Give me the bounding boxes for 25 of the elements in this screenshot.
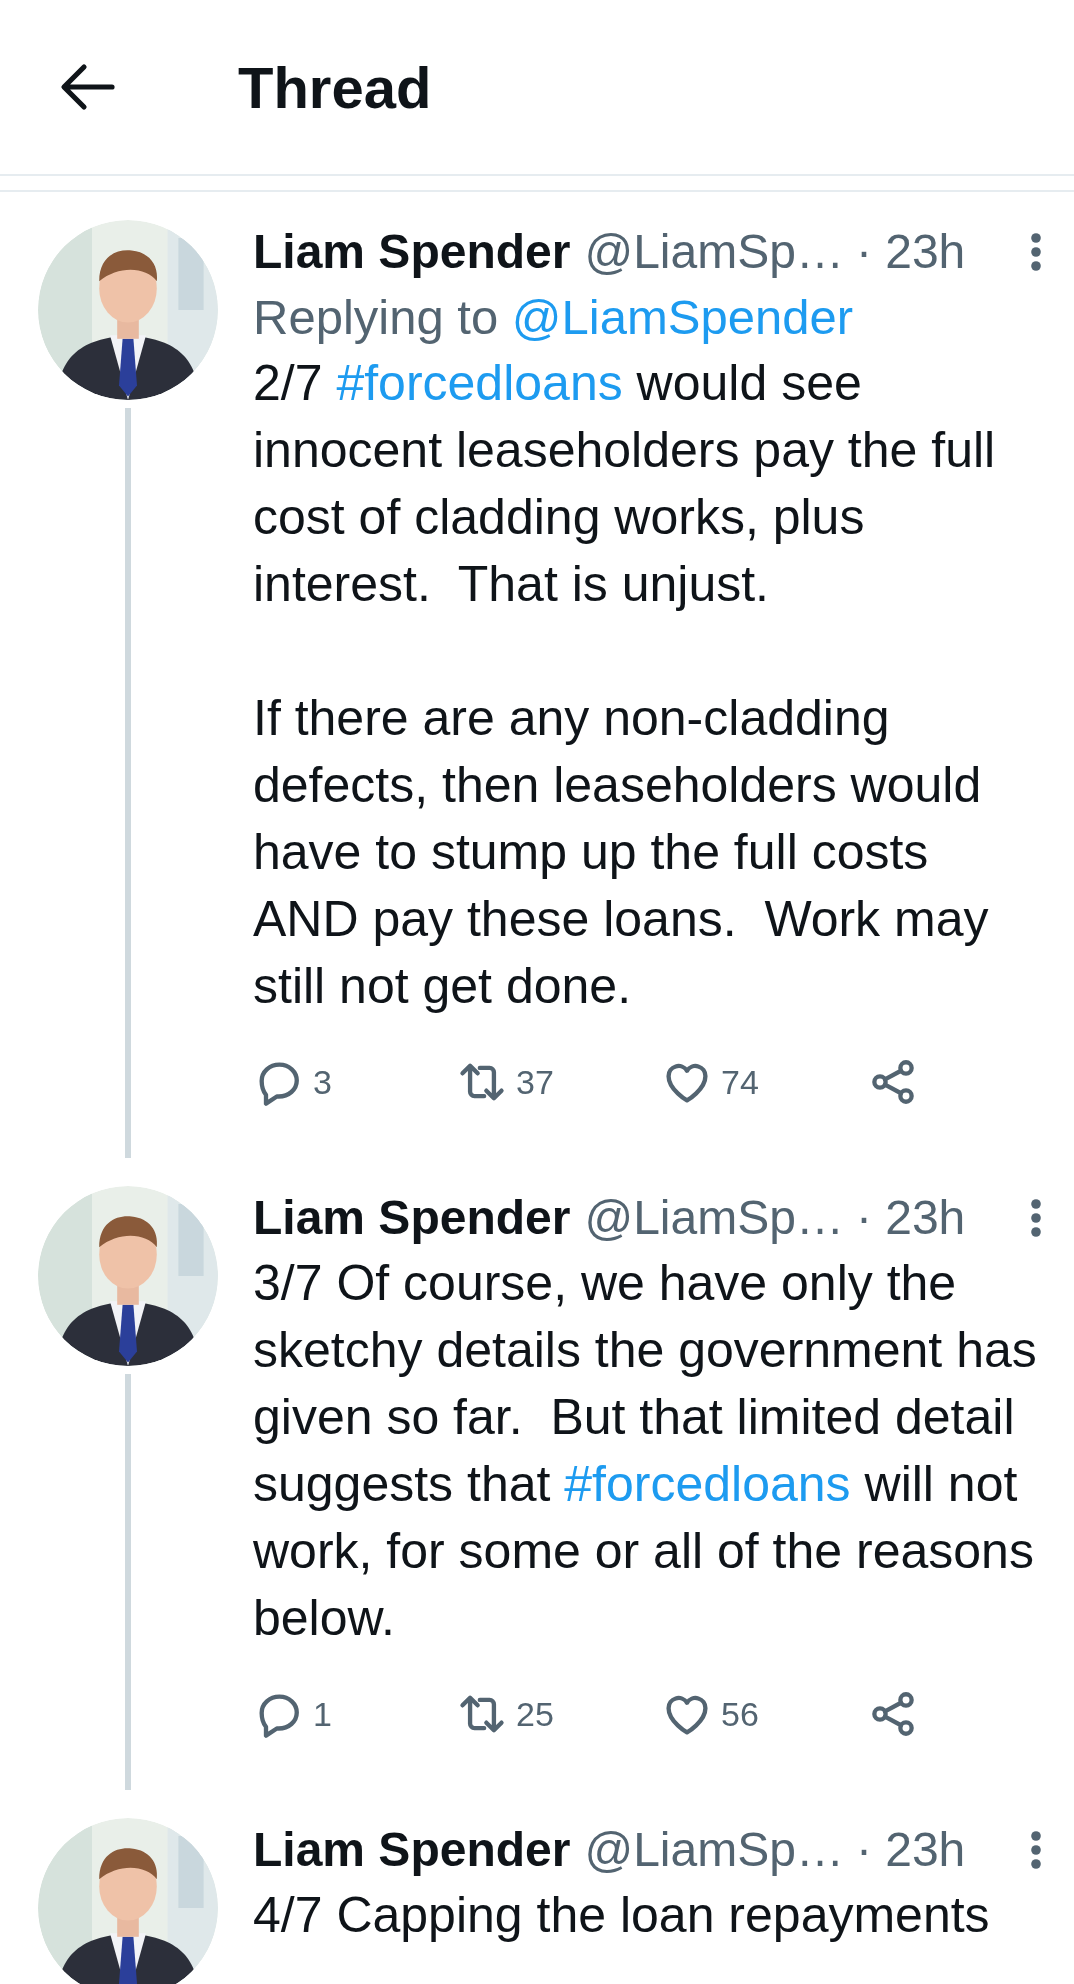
- reply-context: Replying to @LiamSpender: [253, 289, 854, 346]
- more-icon[interactable]: [1028, 1828, 1044, 1872]
- tweet-text: 2/7 #forcedloans would see innocent leaseholders pay the full cost of cladding works, plus interest. That is unjust.: [253, 354, 997, 614]
- author-name: Liam Spender: [253, 1190, 571, 1246]
- more-icon[interactable]: [1028, 230, 1044, 274]
- author-handle: @LiamSp…: [584, 224, 844, 280]
- timestamp: · 23h: [855, 1822, 966, 1878]
- more-icon[interactable]: [1028, 1196, 1044, 1240]
- heart-button[interactable]: 56: [661, 1688, 759, 1740]
- timestamp: · 23h: [855, 224, 966, 280]
- retweet-button[interactable]: 37: [456, 1056, 554, 1108]
- heart-button[interactable]: 74: [661, 1056, 759, 1108]
- reply-button[interactable]: 3: [253, 1056, 332, 1108]
- back-button[interactable]: [58, 61, 118, 113]
- author-handle: @LiamSp…: [584, 1822, 844, 1878]
- tweet-text: If there are any non-cladding defects, then leaseholders would have to stump up the full costs AND pay these loans. Work may still not get done.: [253, 689, 990, 1016]
- tweet-text: 3/7 Of course, we have only the sketchy details the government has given so far. But that limited detail suggests that #forcedloans will not work, for some or all of the reasons below.: [253, 1254, 1038, 1648]
- reply-button[interactable]: 1: [253, 1688, 332, 1740]
- page-title: Thread: [238, 53, 432, 121]
- author-name: Liam Spender: [253, 1822, 571, 1878]
- tweet-text: 4/7 Capping the loan repayments: [253, 1886, 991, 1945]
- retweet-button[interactable]: 25: [456, 1688, 554, 1740]
- author-handle: @LiamSp…: [584, 1190, 844, 1246]
- author-name: Liam Spender: [253, 224, 571, 280]
- timestamp: · 23h: [855, 1190, 966, 1246]
